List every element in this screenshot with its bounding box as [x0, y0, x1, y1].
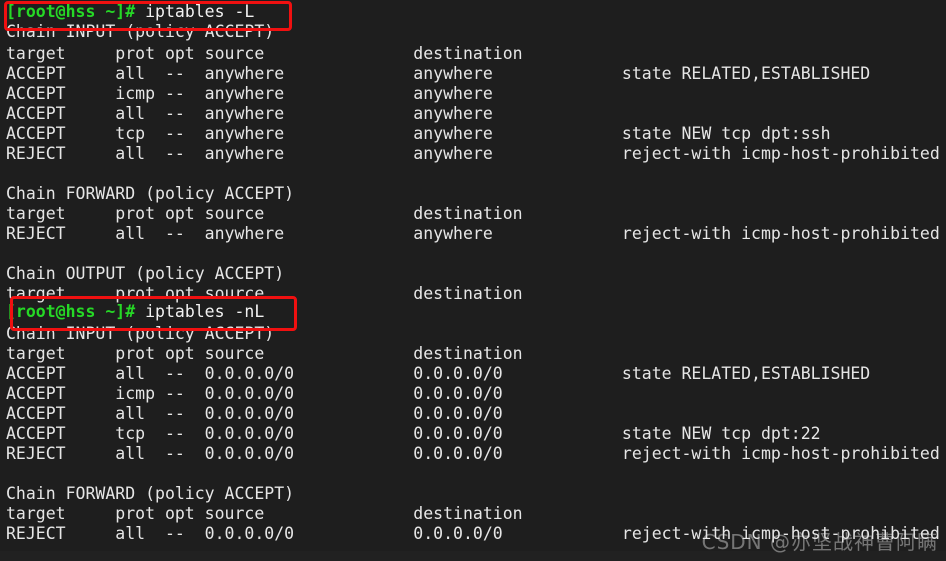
terminal-output-line: ACCEPT all -- anywhere anywhere state RE…	[6, 64, 871, 83]
terminal-output-line: Chain INPUT (policy ACCEPT)	[6, 324, 275, 343]
terminal-output-line: Chain OUTPUT (policy ACCEPT)	[6, 264, 285, 283]
terminal-output-line: ACCEPT icmp -- anywhere anywhere	[6, 84, 493, 103]
terminal-output-line: ACCEPT all -- 0.0.0.0/0 0.0.0.0/0 state …	[6, 364, 871, 383]
terminal-output-line: ACCEPT all -- 0.0.0.0/0 0.0.0.0/0	[6, 404, 503, 423]
terminal-output-line: ACCEPT tcp -- 0.0.0.0/0 0.0.0.0/0 state …	[6, 424, 821, 443]
csdn-watermark: CSDN @亦坚战神曹阿瞒	[701, 530, 938, 554]
shell-command: iptables -nL	[145, 302, 265, 321]
terminal-output-line: target prot opt source destination	[6, 284, 523, 303]
terminal-output-line: ACCEPT all -- anywhere anywhere	[6, 104, 493, 123]
screenshot-root: [root@hss ~]# iptables -L Chain INPUT (po…	[0, 0, 946, 561]
terminal-output-line: ACCEPT icmp -- 0.0.0.0/0 0.0.0.0/0	[6, 384, 503, 403]
terminal-output-line: target prot opt source destination	[6, 204, 523, 223]
terminal-output-line: REJECT all -- anywhere anywhere reject-w…	[6, 144, 940, 163]
terminal-output-line: Chain INPUT (policy ACCEPT)	[6, 22, 275, 41]
shell-prompt: [root@hss ~]#	[6, 302, 146, 321]
terminal-output-line: target prot opt source destination	[6, 344, 523, 363]
terminal-prompt-line: [root@hss ~]# iptables -L	[6, 2, 254, 22]
terminal-output-line: REJECT all -- anywhere anywhere reject-w…	[6, 224, 940, 243]
terminal-output-line: REJECT all -- 0.0.0.0/0 0.0.0.0/0 reject…	[6, 444, 940, 463]
terminal-output-line: ACCEPT tcp -- anywhere anywhere state NE…	[6, 124, 831, 143]
terminal-output-pane[interactable]: [root@hss ~]# iptables -L Chain INPUT (po…	[0, 0, 946, 561]
terminal-prompt-line: [root@hss ~]# iptables -nL	[6, 302, 264, 322]
terminal-output-line: target prot opt source destination	[6, 44, 523, 63]
terminal-output-line: Chain FORWARD (policy ACCEPT)	[6, 184, 295, 203]
terminal-output-line: target prot opt source destination	[6, 504, 523, 523]
shell-prompt: [root@hss ~]#	[6, 2, 146, 21]
shell-command: iptables -L	[145, 2, 255, 21]
terminal-output-line: Chain FORWARD (policy ACCEPT)	[6, 484, 295, 503]
